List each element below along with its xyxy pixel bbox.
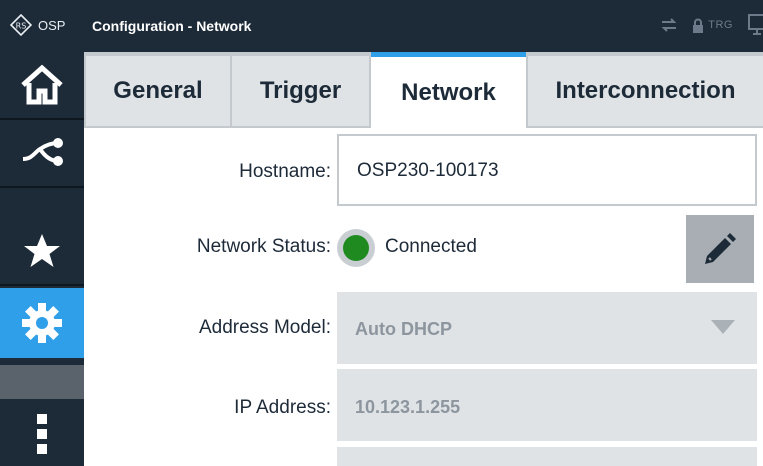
trigger-lock-indicator: TRG [692, 18, 733, 33]
ip-address-value: 10.123.1.255 [355, 397, 461, 417]
tab-interconnection[interactable]: Interconnection [528, 56, 763, 126]
svg-text:RS: RS [16, 22, 27, 31]
status-icons: TRG [660, 12, 763, 38]
address-model-label: Address Model: [198, 317, 331, 338]
hostname-field[interactable] [337, 134, 757, 206]
sidebar-item-more[interactable] [0, 402, 84, 466]
sidebar-item-favorites[interactable] [0, 218, 84, 286]
edit-network-button[interactable] [686, 215, 754, 283]
network-status-label: Network Status: [196, 236, 331, 257]
brand-label: OSP [38, 17, 66, 33]
title-bar: RS OSP Configuration - Network TRG [0, 0, 763, 52]
lock-icon [693, 18, 704, 33]
chevron-down-icon [711, 320, 735, 334]
gear-icon [22, 303, 62, 343]
tab-general[interactable]: General [86, 56, 230, 126]
route-icon [22, 138, 63, 166]
sidebar-divider [0, 365, 84, 399]
sidebar-item-route[interactable] [0, 120, 84, 188]
sidebar-item-settings[interactable] [0, 288, 84, 358]
star-icon [24, 234, 60, 267]
next-field-partial[interactable] [337, 447, 757, 466]
tab-bar: General Trigger Network Interconnection [84, 52, 763, 128]
screen-icon [747, 12, 763, 38]
transfer-arrows-icon [661, 18, 677, 32]
sidebar [0, 52, 84, 466]
rs-logo-icon: RS [10, 14, 32, 36]
sidebar-item-home[interactable] [0, 52, 84, 120]
window-title: Configuration - Network [92, 18, 252, 34]
brand: RS OSP [10, 8, 65, 42]
network-status-value: Connected [385, 236, 477, 257]
tab-network[interactable]: Network [371, 52, 526, 128]
more-vertical-icon [37, 414, 47, 454]
ip-address-field[interactable]: 10.123.1.255 [337, 369, 757, 441]
home-icon [21, 64, 63, 105]
hostname-input[interactable] [357, 160, 737, 182]
address-model-value: Auto DHCP [355, 319, 452, 339]
pencil-icon [705, 233, 736, 264]
connection-status-indicator [337, 229, 375, 267]
hostname-label: Hostname: [239, 161, 331, 182]
ip-address-label: IP Address: [234, 397, 331, 418]
address-model-select[interactable]: Auto DHCP [337, 292, 757, 364]
trg-label: TRG [708, 19, 733, 31]
tab-trigger[interactable]: Trigger [232, 56, 369, 126]
